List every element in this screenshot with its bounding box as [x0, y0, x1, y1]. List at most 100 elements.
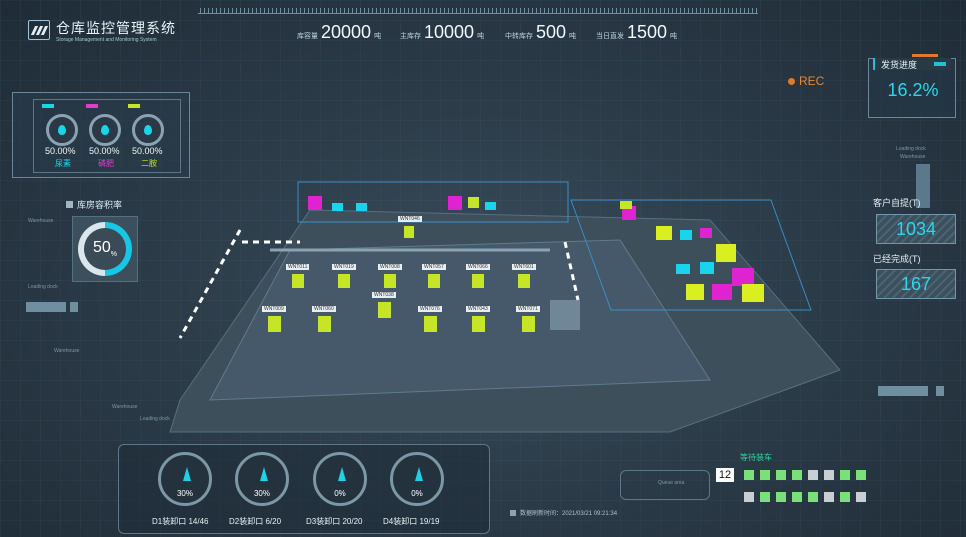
app-subtitle: Storage Management and Monitoring System [56, 37, 157, 43]
diamine-tag: 二胺 [141, 159, 157, 168]
pointer-icon [338, 467, 346, 481]
top-cargo-magenta-1 [308, 196, 322, 210]
record-dot-icon [788, 77, 795, 85]
top-cargo-cyan-1 [332, 203, 343, 211]
waiting-slot [808, 470, 818, 480]
waiting-slot [744, 470, 754, 480]
stat-direct-ship: 当日直发 1500 吨 [596, 22, 678, 42]
waiting-slot [760, 470, 770, 480]
phosphate-pct: 50.00% [89, 146, 120, 156]
pickup-value: 1034 [876, 214, 956, 244]
truck-tag: WNT076 [418, 306, 442, 312]
truck [472, 274, 484, 288]
left-dock-label: Loading dock [28, 284, 58, 290]
waiting-slot [776, 470, 786, 480]
dock-d4-pct: 0% [411, 489, 423, 498]
waiting-slot [776, 492, 786, 502]
stat-main-stock: 主库存 10000 吨 [400, 22, 485, 42]
dock-d3-label: D3装卸口 20/20 [306, 517, 363, 526]
pointer-icon [260, 467, 268, 481]
dock-d1-label: D1装卸口 14/46 [152, 517, 209, 526]
queue-area-label: Queue area [658, 480, 685, 486]
dock-d1-pct: 30% [176, 489, 193, 498]
waiting-slot [792, 492, 802, 502]
phosphate-gauge [89, 114, 121, 146]
top-cargo-yellow [468, 197, 479, 208]
truck [424, 316, 437, 332]
stat-transit-stock: 中转库存 500 吨 [505, 22, 577, 42]
top-cargo-cyan-2 [356, 203, 367, 211]
waiting-slot [808, 492, 818, 502]
top-cargo-cyan-3 [485, 202, 496, 210]
urea-swatch [42, 104, 54, 108]
bottom-warehouse-label: Warehouse [112, 404, 138, 410]
truck [338, 274, 350, 288]
waiting-title: 等待装车 [740, 453, 772, 462]
waiting-slot [856, 470, 866, 480]
urea-pct: 50.00% [45, 146, 76, 156]
pointer-icon [415, 467, 423, 481]
truck-tag: WNT071 [516, 306, 540, 312]
right-dock-label: Loading dock [896, 146, 926, 152]
truck-tag: WNT008 [378, 264, 402, 270]
right-warehouse-label: Warehouse [900, 154, 926, 160]
app-title: 仓库监控管理系统 [56, 20, 176, 36]
truck [292, 274, 304, 288]
diamine-pct: 50.00% [132, 146, 163, 156]
app-logo-icon [28, 20, 50, 40]
right-bar [878, 386, 928, 396]
waiting-slot [856, 492, 866, 502]
waiting-slot [824, 470, 834, 480]
truck [522, 316, 535, 332]
shipping-progress-value: 16.2% [887, 80, 939, 100]
stat-capacity: 库容量 20000 吨 [297, 22, 382, 42]
waiting-slot [840, 492, 850, 502]
refresh-time: 数据刷新时间：2021/03/21 09:21:34 [510, 508, 617, 517]
truck-tag: WNT057 [422, 264, 446, 270]
pointer-icon [183, 467, 191, 481]
waiting-slot [760, 492, 770, 502]
bottom-dock-label: Loading dock [140, 416, 170, 422]
diamine-swatch [128, 104, 140, 108]
waiting-count: 12 [716, 468, 734, 482]
truck [472, 316, 485, 332]
top-ruler [198, 6, 758, 14]
waiting-slot [824, 492, 834, 502]
truck-tag: WNT009 [262, 306, 286, 312]
volume-pct: 50% [92, 239, 118, 259]
pickup-label: 客户自提(T) [873, 198, 921, 208]
top-truck [404, 226, 414, 238]
truck-tag: WNT038 [372, 292, 396, 298]
clock-icon [510, 509, 516, 516]
top-cargo-magenta-2 [448, 196, 462, 210]
waiting-slot [744, 492, 754, 502]
truck [378, 302, 391, 318]
left-warehouse-label: Warehouse [28, 218, 54, 224]
phosphate-swatch [86, 104, 98, 108]
urea-tag: 尿素 [55, 159, 71, 168]
truck [384, 274, 396, 288]
left-bar [26, 302, 66, 312]
dock-d2-label: D2装卸口 6/20 [229, 517, 282, 526]
waiting-slot [840, 470, 850, 480]
truck [428, 274, 440, 288]
top-truck-tag: WNT046 [398, 216, 422, 222]
dock-d4-label: D4装卸口 19/19 [383, 517, 440, 526]
truck-tag: WNT019 [332, 264, 356, 270]
done-label: 已经完成(T) [873, 254, 921, 264]
urea-gauge [46, 114, 78, 146]
volume-title: 库房容积率 [66, 198, 122, 211]
waiting-slot [792, 470, 802, 480]
dock-d2-pct: 30% [253, 489, 270, 498]
diamine-gauge [132, 114, 164, 146]
truck-tag: WNT601 [512, 264, 536, 270]
left-warehouse-label-2: Warehouse [54, 348, 80, 354]
truck-tag: WNT043 [466, 306, 490, 312]
truck [318, 316, 331, 332]
dock-d3-pct: 0% [334, 489, 346, 498]
recording-indicator: REC [788, 74, 824, 88]
right-cargo-2 [656, 226, 672, 240]
truck-tag: WNT066 [466, 264, 490, 270]
truck-tag: WNT060 [312, 306, 336, 312]
done-value: 167 [876, 269, 956, 299]
